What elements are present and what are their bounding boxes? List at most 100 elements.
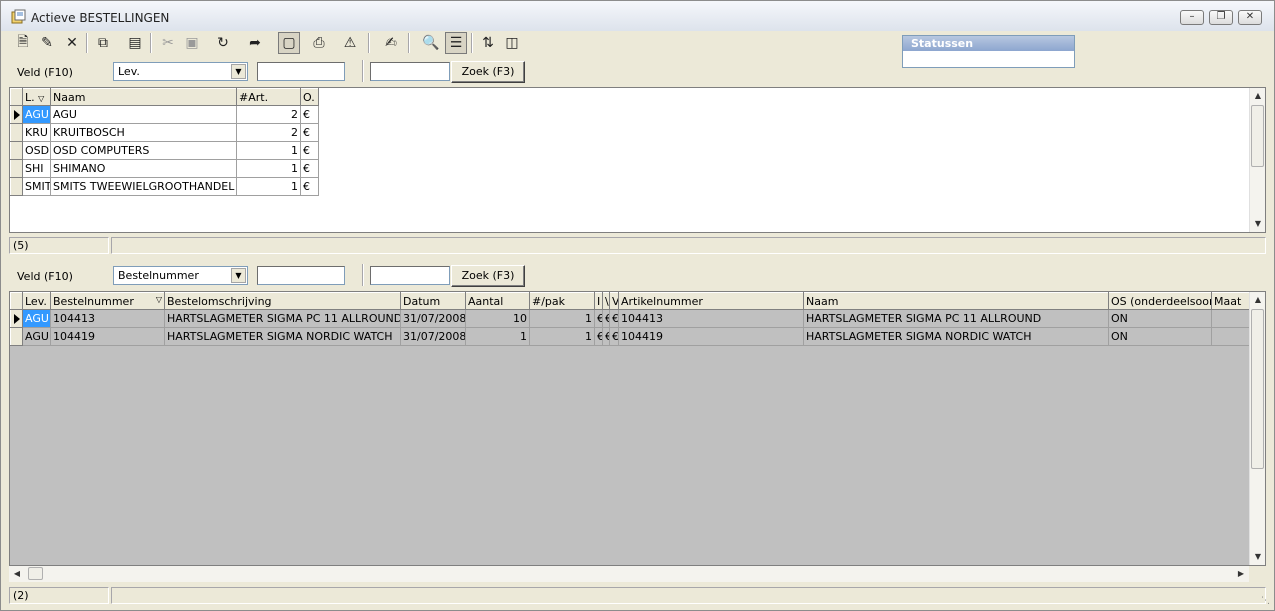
search-button[interactable]: Zoek (F3) [451,61,525,83]
cell-naam[interactable]: HARTSLAGMETER SIGMA PC 11 ALLROUND [803,309,1109,328]
sort-icon[interactable]: ⇅ [477,32,499,54]
cell-name[interactable]: SHIMANO [50,159,237,178]
minimize-icon[interactable]: – [1180,10,1204,25]
cell-bestelnummer[interactable]: 104413 [50,309,165,328]
scroll-left-icon[interactable]: ◀ [9,566,25,582]
chevron-down-icon[interactable]: ▼ [231,64,246,79]
cell-name[interactable]: OSD COMPUTERS [50,141,237,160]
card-icon[interactable]: ▢ [278,32,300,54]
refresh-icon[interactable]: ↻ [212,32,234,54]
edit-icon[interactable]: ✎ [36,32,58,54]
cell-lev[interactable]: AGU [22,327,51,346]
cut-icon[interactable]: ✂ [157,32,179,54]
scroll-down-icon[interactable]: ▼ [1250,216,1265,232]
cell-art[interactable]: 1 [236,159,301,178]
field-select[interactable]: Bestelnummer ▼ [113,266,248,285]
col-header-o[interactable]: O. [300,88,319,106]
orders-grid[interactable]: Lev. Bestelnummer ▽ Bestelomschrijving D… [9,291,1266,566]
cell-os[interactable]: ON [1108,309,1212,328]
cell-b[interactable]: € [602,309,610,328]
cell-datum[interactable]: 31/07/2008 [400,309,466,328]
pencil-icon[interactable]: ✍ [380,32,402,54]
col-header-art[interactable]: #Art. [236,88,301,106]
cell-art[interactable]: 2 [236,123,301,142]
copy-icon[interactable]: ⧉ [92,32,114,54]
search-input-2[interactable] [370,62,450,81]
properties-icon[interactable]: ▤ [124,32,146,54]
col-header-name[interactable]: Naam [50,88,237,106]
cell-artikelnummer[interactable]: 104413 [618,309,804,328]
cell-maat[interactable] [1211,309,1251,328]
scroll-thumb[interactable] [28,567,43,580]
cell-maat[interactable] [1211,327,1251,346]
cell-i[interactable]: € [594,309,603,328]
vertical-scrollbar[interactable]: ▲ ▼ [1249,292,1265,565]
cell-code[interactable]: OSD [22,141,51,160]
col-header-artikelnummer[interactable]: Artikelnummer [618,292,804,310]
restore-icon[interactable]: ❐ [1209,10,1233,25]
cell-aantal[interactable]: 1 [465,327,530,346]
cell-o[interactable]: € [300,159,319,178]
cell-lev[interactable]: AGU [22,309,51,328]
cell-naam[interactable]: HARTSLAGMETER SIGMA NORDIC WATCH [803,327,1109,346]
cell-v[interactable]: € [609,309,619,328]
table-row[interactable]: AGU 104419 HARTSLAGMETER SIGMA NORDIC WA… [10,327,1251,346]
cell-omschrijving[interactable]: HARTSLAGMETER SIGMA PC 11 ALLROUND [164,309,401,328]
col-header-b[interactable]: \ [602,292,610,310]
col-header-pak[interactable]: #/pak [529,292,595,310]
cell-pak[interactable]: 1 [529,327,595,346]
title-bar[interactable]: Actieve BESTELLINGEN – ❐ ✕ [1,1,1274,31]
field-select[interactable]: Lev. ▼ [113,62,248,81]
cell-artikelnummer[interactable]: 104419 [618,327,804,346]
table-row[interactable]: AGU AGU 2 € [10,105,319,124]
status-panel[interactable]: Statussen [902,35,1075,68]
col-header-i[interactable]: I [594,292,603,310]
cell-code[interactable]: SHI [22,159,51,178]
table-row[interactable]: OSD OSD COMPUTERS 1 € [10,141,319,160]
cell-art[interactable]: 1 [236,141,301,160]
scroll-up-icon[interactable]: ▲ [1250,88,1265,104]
table-row[interactable]: SMIT SMITS TWEEWIELGROOTHANDEL 1 € [10,177,319,196]
cell-o[interactable]: € [300,105,319,124]
list-icon[interactable]: ☰ [445,32,467,54]
cell-omschrijving[interactable]: HARTSLAGMETER SIGMA NORDIC WATCH [164,327,401,346]
import-icon[interactable]: ➦ [244,32,266,54]
scroll-right-icon[interactable]: ▶ [1233,566,1249,582]
cell-code[interactable]: KRU [22,123,51,142]
col-header-naam[interactable]: Naam [803,292,1109,310]
delete-icon[interactable]: ✕ [61,32,83,54]
cell-pak[interactable]: 1 [529,309,595,328]
col-header-v[interactable]: V [609,292,619,310]
table-row[interactable]: KRU KRUITBOSCH 2 € [10,123,319,142]
search-input[interactable] [257,62,345,81]
col-header-code[interactable]: L. ▽ [22,88,51,106]
cell-name[interactable]: AGU [50,105,237,124]
cell-b[interactable]: € [602,327,610,346]
cell-art[interactable]: 2 [236,105,301,124]
cell-name[interactable]: KRUITBOSCH [50,123,237,142]
save-icon[interactable]: ▣ [181,32,203,54]
columns-icon[interactable]: ◫ [501,32,523,54]
scroll-thumb[interactable] [1251,309,1264,469]
cell-code[interactable]: SMIT [22,177,51,196]
horizontal-scrollbar[interactable]: ◀ ▶ [9,566,1249,582]
cell-datum[interactable]: 31/07/2008 [400,327,466,346]
table-row[interactable]: SHI SHIMANO 1 € [10,159,319,178]
alert-icon[interactable]: ⚠ [339,32,361,54]
search-button[interactable]: Zoek (F3) [451,265,525,287]
search-input-2[interactable] [370,266,450,285]
chevron-down-icon[interactable]: ▼ [231,268,246,283]
cell-os[interactable]: ON [1108,327,1212,346]
resize-grip-icon[interactable]: ⋱ [1261,596,1270,606]
col-header-datum[interactable]: Datum [400,292,466,310]
cell-art[interactable]: 1 [236,177,301,196]
col-header-maat[interactable]: Maat [1211,292,1251,310]
cell-i[interactable]: € [594,327,603,346]
new-icon[interactable]: 🗎 [12,32,34,54]
vertical-scrollbar[interactable]: ▲ ▼ [1249,88,1265,232]
search-input[interactable] [257,266,345,285]
cell-name[interactable]: SMITS TWEEWIELGROOTHANDEL [50,177,237,196]
cell-bestelnummer[interactable]: 104419 [50,327,165,346]
col-header-bestelnummer[interactable]: Bestelnummer ▽ [50,292,165,310]
col-header-os[interactable]: OS (onderdeelsoort) [1108,292,1212,310]
